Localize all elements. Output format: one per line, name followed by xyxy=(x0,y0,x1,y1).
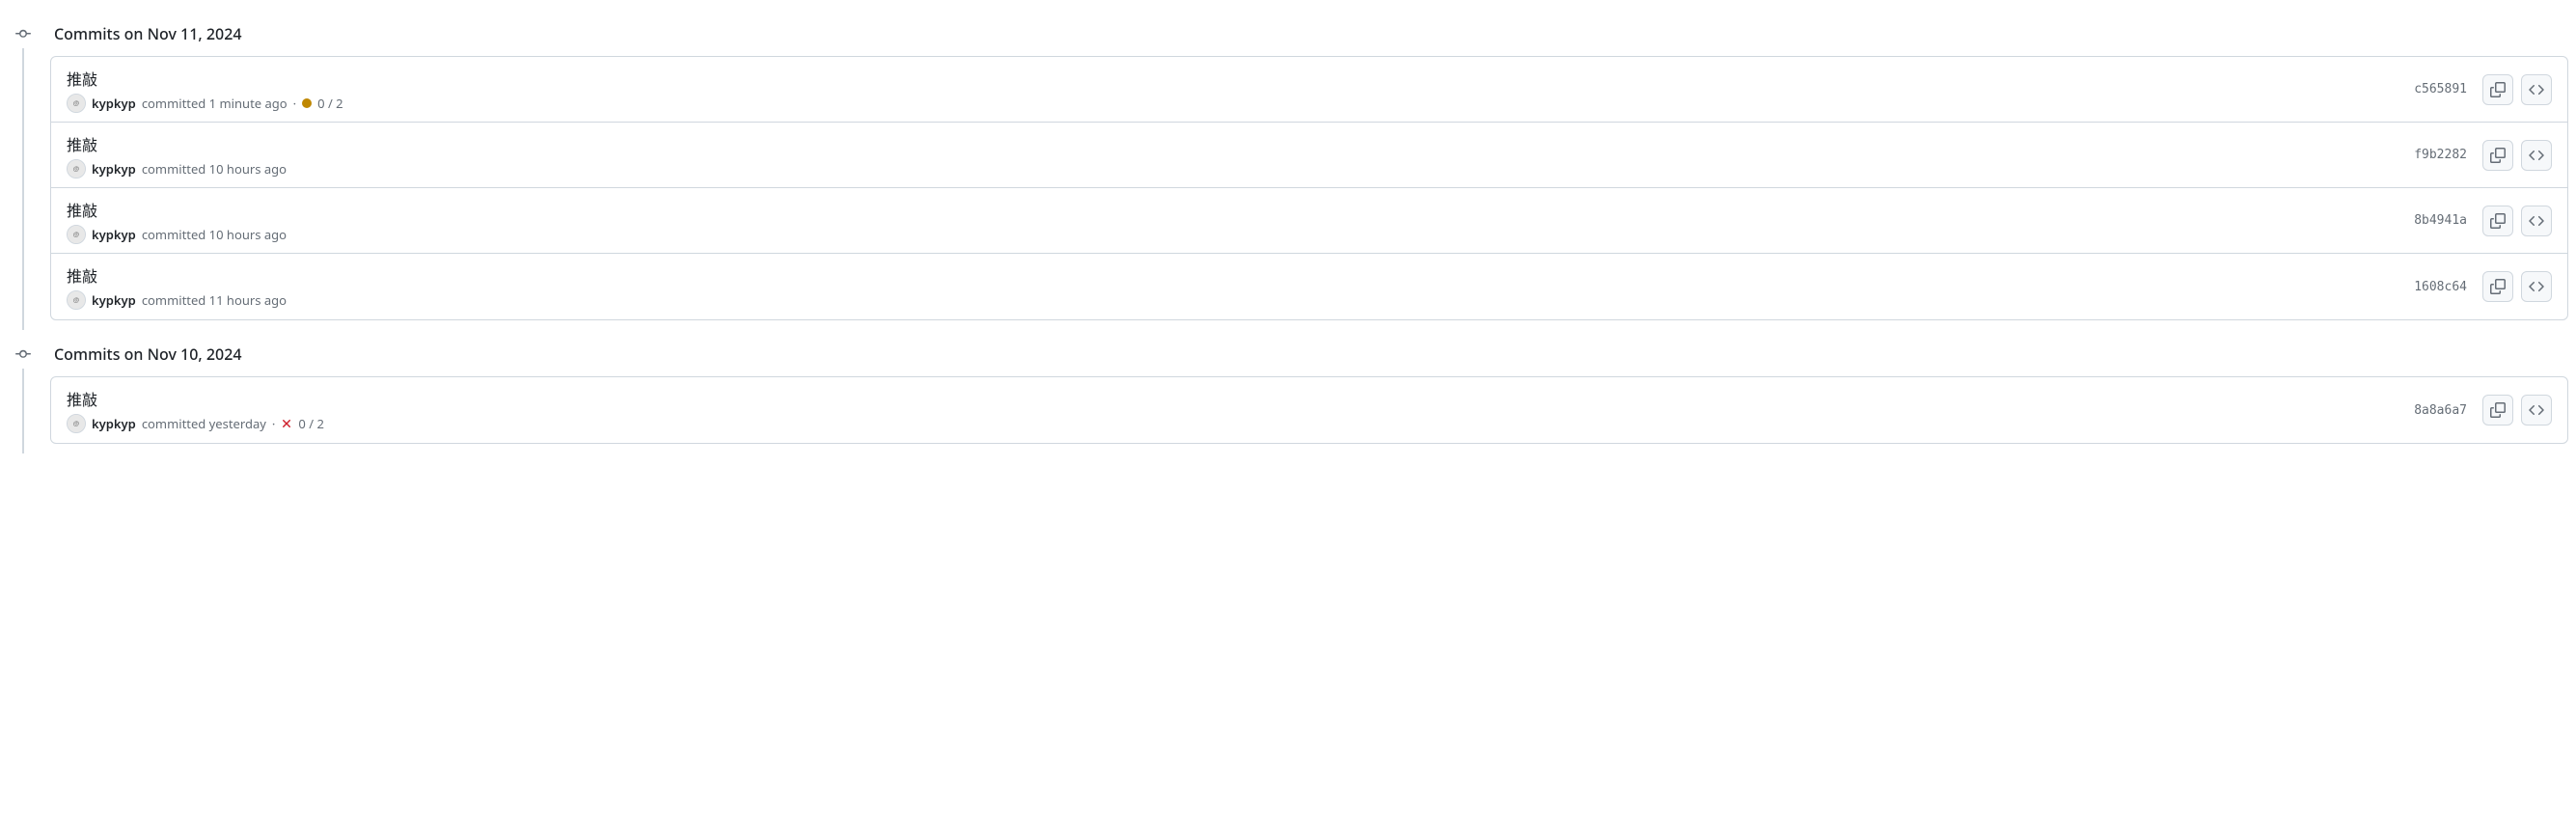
commit-author[interactable]: kypkyp xyxy=(92,291,136,309)
avatar[interactable]: @ xyxy=(67,94,86,113)
copy-sha-button[interactable] xyxy=(2482,206,2513,236)
copy-sha-button[interactable] xyxy=(2482,395,2513,426)
commit-time: committed 10 hours ago xyxy=(142,226,287,243)
svg-text:@: @ xyxy=(73,296,80,306)
code-icon xyxy=(2529,402,2544,418)
commit-row: 推敲 @ kypkyp committed 1 minute ago · 0 / 2 c56… xyxy=(51,57,2567,123)
commit-title[interactable]: 推敲 xyxy=(67,198,2406,221)
browse-repo-button[interactable] xyxy=(2521,140,2552,171)
commit-author[interactable]: kypkyp xyxy=(92,415,136,432)
commit-sha[interactable]: 1608c64 xyxy=(2406,276,2475,298)
commit-author[interactable]: kypkyp xyxy=(92,226,136,243)
commit-sha[interactable]: c565891 xyxy=(2406,78,2475,100)
checks-count[interactable]: 0 / 2 xyxy=(317,95,343,112)
svg-text:@: @ xyxy=(73,98,80,108)
browse-repo-button[interactable] xyxy=(2521,74,2552,105)
commit-time: committed yesterday xyxy=(142,415,266,432)
status-pending-icon[interactable] xyxy=(302,98,312,108)
avatar[interactable]: @ xyxy=(67,225,86,244)
svg-text:@: @ xyxy=(73,230,80,239)
commit-title[interactable]: 推敲 xyxy=(67,263,2406,287)
commit-icon xyxy=(8,344,39,364)
copy-icon xyxy=(2490,213,2506,229)
copy-icon xyxy=(2490,82,2506,97)
commit-row: 推敲 @ kypkyp committed 10 hours ago f9b2282 xyxy=(51,123,2567,188)
commit-row: 推敲 @ kypkyp committed 10 hours ago 8b4941a xyxy=(51,188,2567,254)
copy-sha-button[interactable] xyxy=(2482,140,2513,171)
commit-title[interactable]: 推敲 xyxy=(67,132,2406,155)
avatar[interactable]: @ xyxy=(67,290,86,310)
code-icon xyxy=(2529,213,2544,229)
avatar[interactable]: @ xyxy=(67,159,86,179)
copy-icon xyxy=(2490,279,2506,294)
commit-time: committed 1 minute ago xyxy=(142,95,288,112)
copy-icon xyxy=(2490,148,2506,163)
commit-date-header: Commits on Nov 10, 2024 xyxy=(8,336,2568,372)
browse-repo-button[interactable] xyxy=(2521,395,2552,426)
commit-title[interactable]: 推敲 xyxy=(67,67,2406,90)
checks-count[interactable]: 0 / 2 xyxy=(298,415,323,432)
commit-icon xyxy=(8,24,39,43)
commit-date-label: Commits on Nov 10, 2024 xyxy=(54,343,242,365)
svg-text:@: @ xyxy=(73,164,80,174)
commit-row: 推敲 @ kypkyp committed yesterday · 0 / 2 8a8a6a… xyxy=(51,377,2567,443)
copy-sha-button[interactable] xyxy=(2482,271,2513,302)
copy-sha-button[interactable] xyxy=(2482,74,2513,105)
code-icon xyxy=(2529,82,2544,97)
commit-author[interactable]: kypkyp xyxy=(92,95,136,112)
commit-date-label: Commits on Nov 11, 2024 xyxy=(54,23,242,44)
commit-sha[interactable]: 8b4941a xyxy=(2406,209,2475,232)
commit-title[interactable]: 推敲 xyxy=(67,387,2406,410)
separator: · xyxy=(272,415,275,432)
copy-icon xyxy=(2490,402,2506,418)
commit-sha[interactable]: f9b2282 xyxy=(2406,144,2475,166)
browse-repo-button[interactable] xyxy=(2521,271,2552,302)
commit-row: 推敲 @ kypkyp committed 11 hours ago 1608c64 xyxy=(51,254,2567,319)
status-fail-icon[interactable] xyxy=(281,418,292,429)
code-icon xyxy=(2529,148,2544,163)
avatar[interactable]: @ xyxy=(67,414,86,433)
commit-time: committed 11 hours ago xyxy=(142,291,287,309)
commit-sha[interactable]: 8a8a6a7 xyxy=(2406,399,2475,422)
commit-date-header: Commits on Nov 11, 2024 xyxy=(8,15,2568,52)
code-icon xyxy=(2529,279,2544,294)
commit-author[interactable]: kypkyp xyxy=(92,160,136,178)
svg-text:@: @ xyxy=(73,420,80,429)
browse-repo-button[interactable] xyxy=(2521,206,2552,236)
commit-time: committed 10 hours ago xyxy=(142,160,287,178)
separator: · xyxy=(293,95,296,112)
